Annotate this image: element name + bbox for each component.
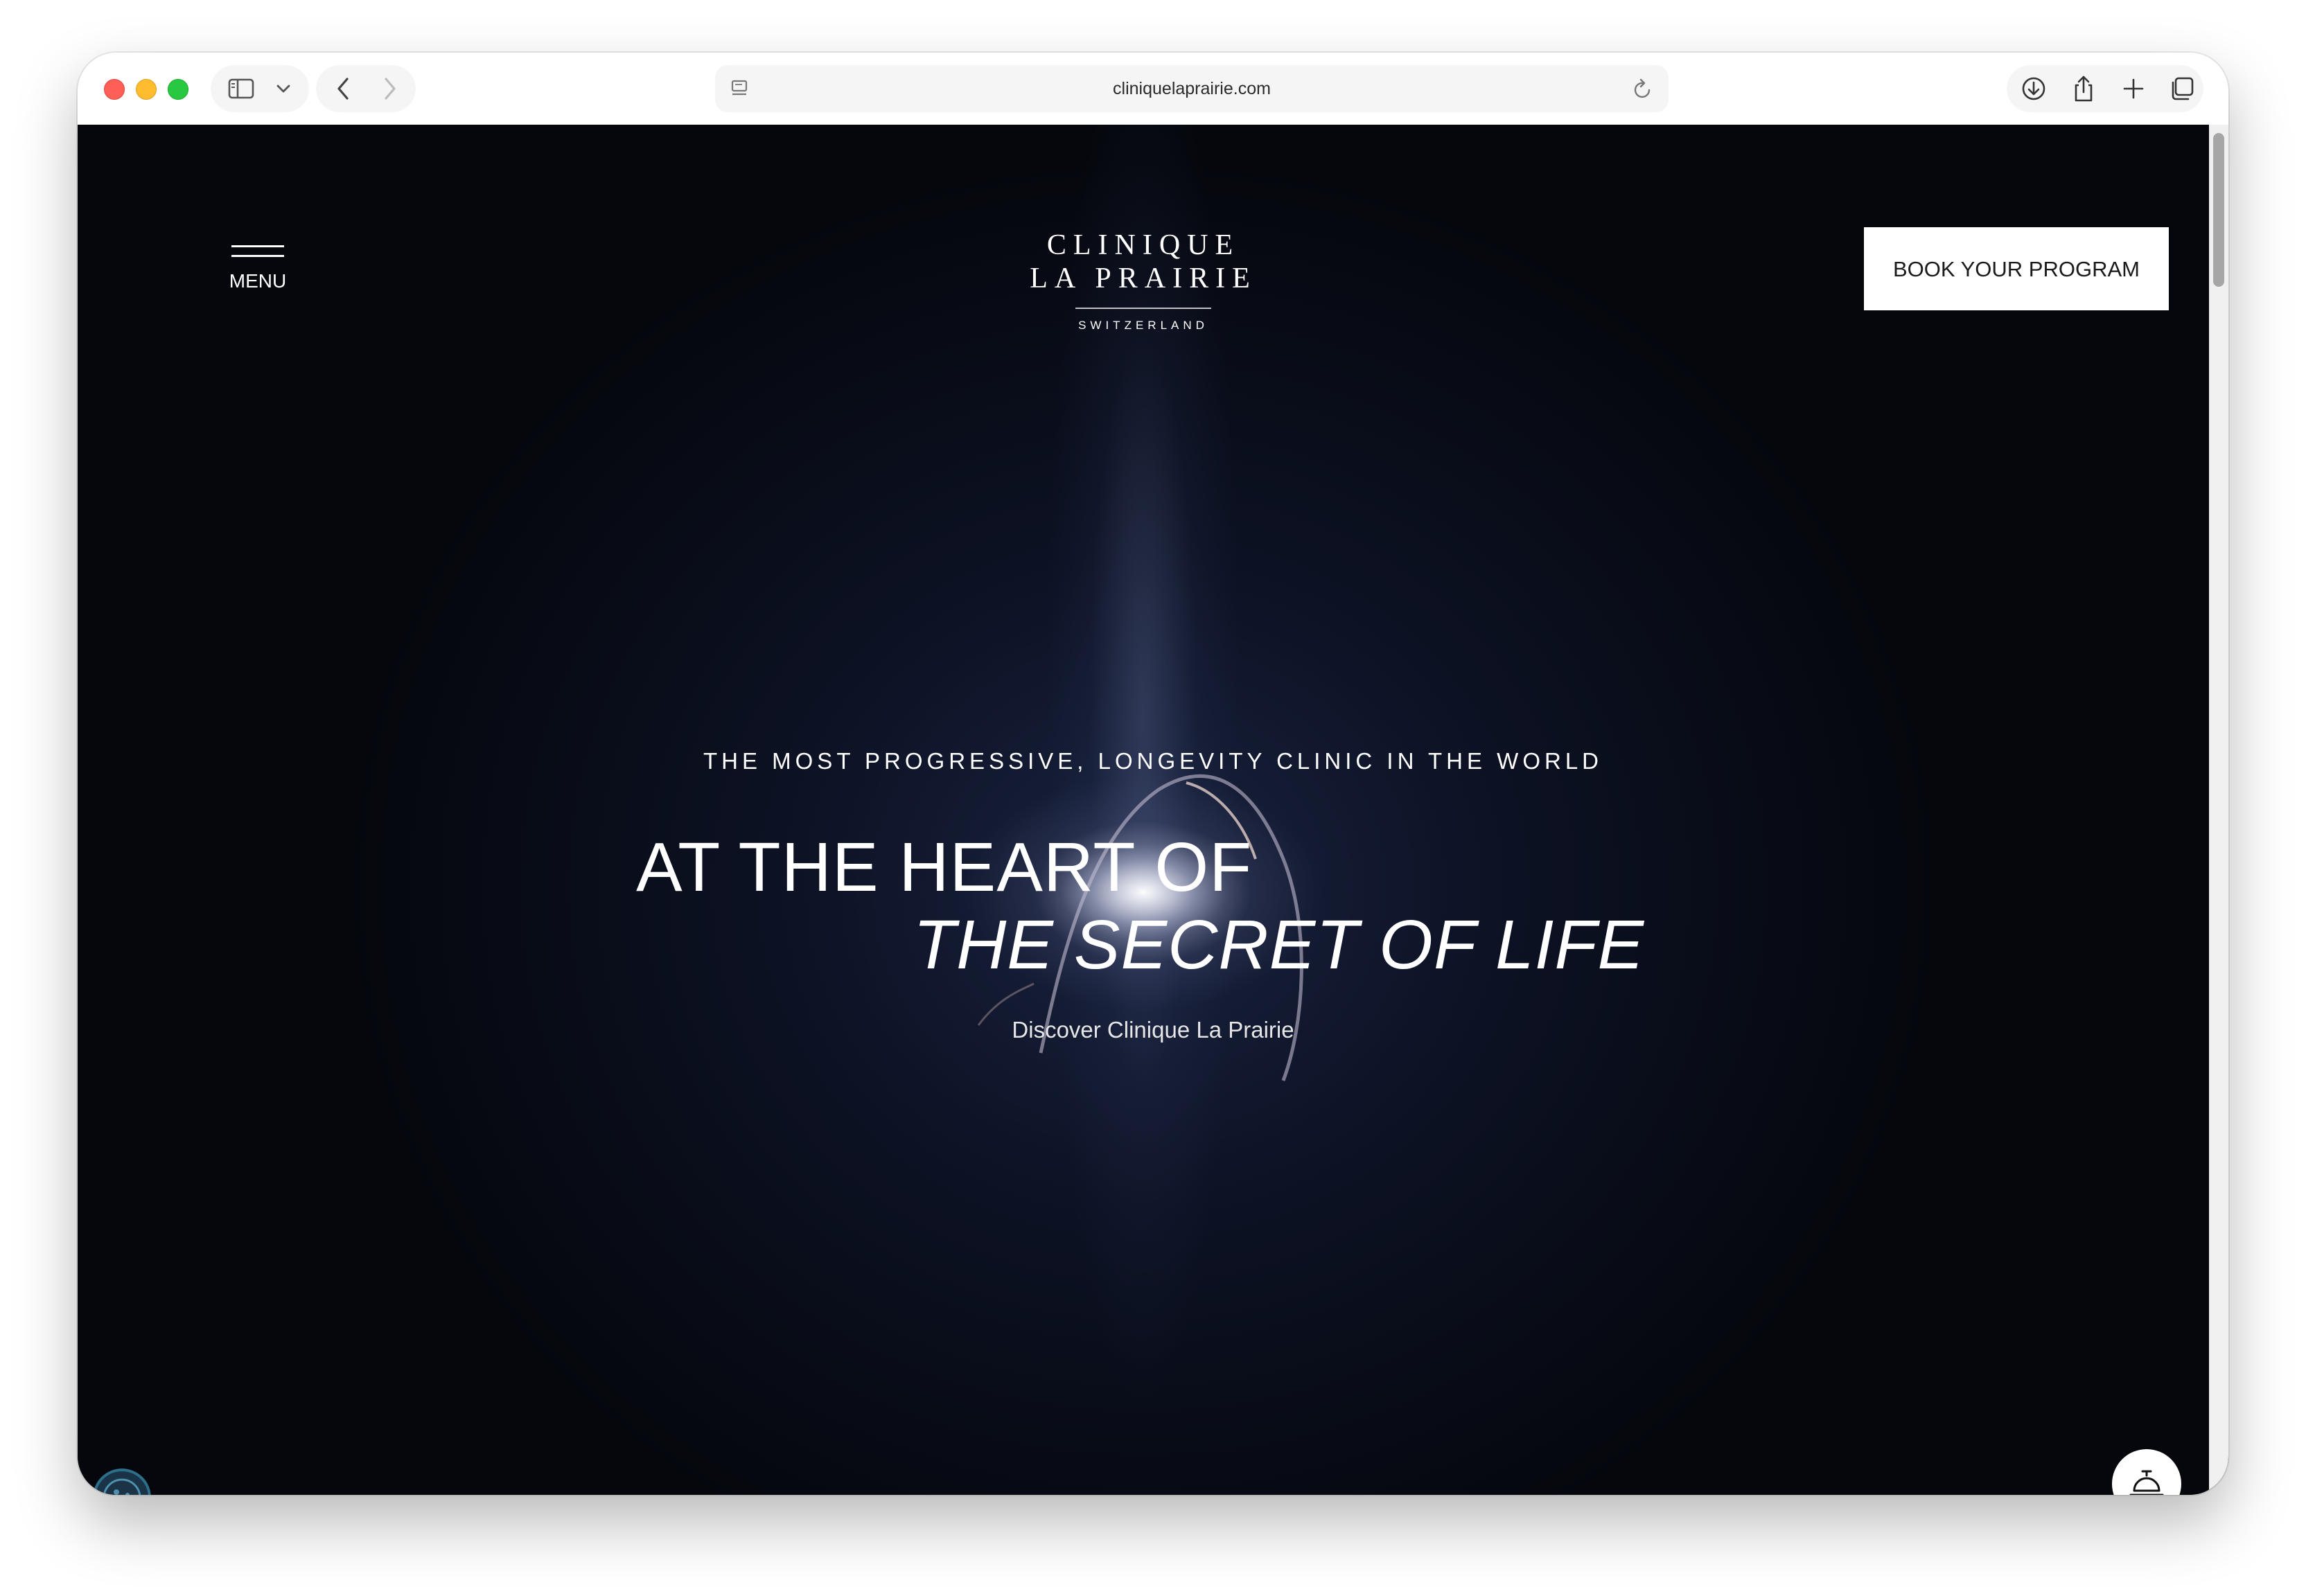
scrollbar-thumb[interactable] [2213,133,2224,287]
address-bar[interactable]: cliniquelaprairie.com [715,65,1669,112]
browser-window: cliniquelaprairie.com MENU CLINIQUE LA P… [78,53,2228,1495]
book-program-button[interactable]: BOOK YOUR PROGRAM [1864,227,2169,310]
plus-icon[interactable] [2111,65,2156,112]
brand-logo[interactable]: CLINIQUE LA PRAIRIE SWITZERLAND [970,229,1317,332]
menu-button[interactable]: MENU [226,240,295,295]
minimize-window-button[interactable] [136,79,157,100]
menu-label: MENU [229,270,287,292]
hero-headline-line-1: AT THE HEART OF [636,828,1253,906]
discover-link[interactable]: Discover Clinique La Prairie [78,1017,2228,1043]
logo-divider [1075,308,1211,309]
forward-arrow-icon[interactable] [367,65,413,112]
reload-icon[interactable] [1632,78,1653,103]
logo-line-3: SWITZERLAND [1078,319,1208,332]
cookie-settings-button[interactable] [93,1469,151,1495]
sidebar-icon[interactable] [220,65,262,112]
close-window-button[interactable] [104,79,125,100]
download-icon[interactable] [2011,65,2057,112]
share-icon[interactable] [2061,65,2106,112]
hero-headline-line-2: THE SECRET OF LIFE [913,906,1645,984]
web-page: MENU CLINIQUE LA PRAIRIE SWITZERLAND BOO… [78,125,2228,1495]
zoom-window-button[interactable] [168,79,188,100]
browser-toolbar: cliniquelaprairie.com [78,53,2228,126]
hamburger-icon-bar [231,255,284,257]
chevron-down-icon[interactable] [266,65,301,112]
service-bell-icon [2129,1470,2164,1495]
page-scrollbar[interactable] [2209,125,2228,1495]
url-text: cliniquelaprairie.com [1113,79,1271,98]
tab-overview-icon[interactable] [2159,65,2205,112]
desktop: cliniquelaprairie.com MENU CLINIQUE LA P… [0,0,2306,1596]
logo-line-1: CLINIQUE [1046,229,1240,261]
logo-line-2: LA PRAIRIE [1030,263,1257,294]
hero-tagline: THE MOST PROGRESSIVE, LONGEVITY CLINIC I… [703,748,1603,774]
hamburger-icon [231,245,284,247]
back-arrow-icon[interactable] [320,65,366,112]
cookie-icon [103,1478,141,1495]
